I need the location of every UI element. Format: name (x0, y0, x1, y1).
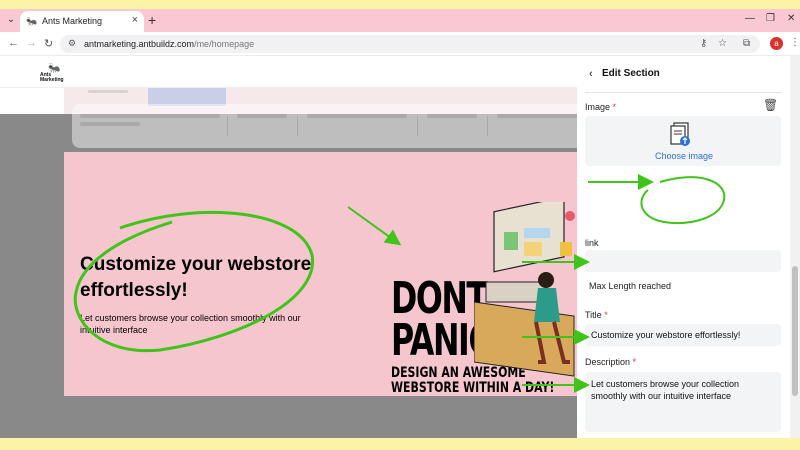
document-upload-icon (670, 122, 690, 146)
bookmark-star-icon[interactable]: ☆ (718, 38, 727, 49)
forward-icon[interactable]: → (26, 37, 37, 49)
new-tab-icon[interactable]: + (148, 12, 156, 28)
tab-search-icon[interactable]: ⌄ (4, 13, 18, 27)
divider (417, 116, 418, 136)
divider (227, 116, 228, 136)
placeholder-line (88, 90, 128, 93)
url-host: antmarketing.antbuildz.com (84, 39, 195, 49)
panel-title: Edit Section (602, 68, 660, 79)
more-menu-icon[interactable]: ⋮ (790, 37, 800, 48)
description-label: Description * (585, 357, 637, 367)
tab-strip: ⌄ 🐜 Ants Marketing × + — ❐ ✕ (0, 9, 800, 32)
logo-text: Ants Marketing (40, 72, 64, 83)
max-length-message: Max Length reached (589, 281, 672, 291)
hero-description: Let customers browse your collection smo… (80, 313, 301, 335)
ant-favicon-icon: 🐜 (26, 16, 38, 26)
browser-tab[interactable]: 🐜 Ants Marketing × (20, 11, 144, 32)
placeholder-line (237, 114, 287, 118)
placeholder-line (80, 114, 220, 118)
site-logo[interactable]: 🐜 Ants Marketing (40, 63, 68, 83)
url-text: antmarketing.antbuildz.com/me/homepage (84, 39, 254, 49)
hero-title: Customize your webstore effortlessly! (80, 254, 312, 301)
placeholder-line (427, 114, 477, 118)
scrollbar-thumb[interactable] (792, 266, 798, 396)
address-bar[interactable]: ⚙ antmarketing.antbuildz.com/me/homepage… (60, 35, 760, 53)
browser-toolbar: ← → ↻ ⚙ antmarketing.antbuildz.com/me/ho… (0, 32, 800, 56)
divider (585, 92, 782, 93)
url-path: /me/homepage (194, 39, 255, 49)
restore-icon[interactable]: ❐ (766, 13, 775, 24)
window-close-icon[interactable]: ✕ (787, 13, 795, 24)
placeholder-line (307, 114, 407, 118)
title-label: Title * (585, 310, 608, 320)
back-chevron-icon[interactable]: ‹ (589, 68, 593, 80)
hero-illustration (474, 202, 575, 377)
reload-icon[interactable]: ↻ (44, 37, 53, 50)
placeholder-line (80, 122, 140, 126)
minimize-icon[interactable]: — (745, 13, 755, 24)
site-info-icon[interactable]: ⚙ (68, 38, 76, 49)
image-label: Image * (585, 102, 617, 112)
link-input[interactable] (585, 250, 781, 272)
password-key-icon[interactable]: ⚷ (700, 38, 707, 49)
link-label: link (585, 238, 599, 248)
title-input[interactable]: Customize your webstore effortlessly! (585, 324, 781, 346)
description-textarea[interactable]: Let customers browse your collection smo… (585, 372, 781, 432)
profile-avatar[interactable]: a (770, 37, 783, 50)
close-icon[interactable]: × (132, 14, 138, 26)
hero-section: Customize your webstore effortlessly! Le… (64, 152, 577, 396)
choose-image-link[interactable]: Choose image (655, 151, 713, 161)
extensions-icon[interactable]: ⧉ (743, 38, 750, 49)
edit-section-panel: ‹ Edit Section Image * 🗑 Choose image li… (577, 58, 790, 432)
trash-icon[interactable]: 🗑 (763, 98, 778, 112)
divider (297, 116, 298, 136)
divider (487, 116, 488, 136)
image-upload-area[interactable]: Choose image (585, 116, 781, 166)
tab-title: Ants Marketing (42, 16, 103, 26)
page-scrollbar[interactable] (790, 56, 800, 438)
back-icon[interactable]: ← (8, 37, 19, 49)
